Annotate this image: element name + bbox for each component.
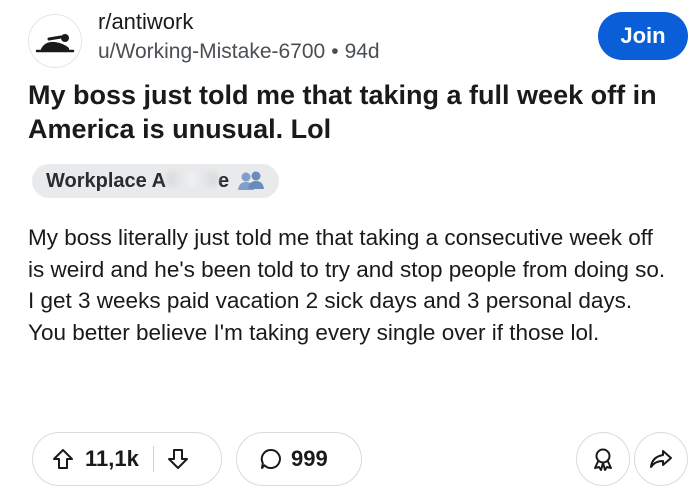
share-button[interactable] xyxy=(634,432,688,486)
post-meta: u/Working-Mistake-6700 • 94d xyxy=(98,38,380,66)
subreddit-avatar[interactable] xyxy=(28,14,82,68)
downvote-icon[interactable] xyxy=(166,447,190,471)
comments-button[interactable]: 999 xyxy=(236,432,362,486)
join-button[interactable]: Join xyxy=(598,12,688,60)
antiwork-logo-icon xyxy=(35,34,75,53)
upvote-icon[interactable] xyxy=(51,447,75,471)
post-flair[interactable]: Workplace A e xyxy=(32,164,280,198)
author-name[interactable]: u/Working-Mistake-6700 xyxy=(98,40,325,63)
subreddit-name[interactable]: r/antiwork xyxy=(98,8,193,36)
post-title[interactable]: My boss just told me that taking a full … xyxy=(28,78,678,146)
flair-text-start: Workplace A xyxy=(46,169,167,192)
post-header: r/antiwork u/Working-Mistake-6700 • 94d Jo… xyxy=(28,8,688,68)
comment-icon xyxy=(259,447,283,471)
meta-separator: • xyxy=(331,40,339,63)
post-age: 94d xyxy=(344,40,380,63)
comment-count: 999 xyxy=(291,446,328,471)
people-icon xyxy=(238,171,265,190)
flair-censor-blur xyxy=(166,170,219,187)
post-body: My boss literally just told me that taki… xyxy=(28,225,666,345)
vote-divider xyxy=(152,446,154,472)
award-button[interactable] xyxy=(576,432,630,486)
flair-text: Workplace A e xyxy=(46,170,229,193)
flair-text-end: e xyxy=(218,169,230,192)
share-icon xyxy=(650,450,672,468)
upvote-count: 11,1k xyxy=(85,446,139,471)
award-icon xyxy=(594,448,612,471)
vote-bar: 11,1k xyxy=(32,432,222,486)
